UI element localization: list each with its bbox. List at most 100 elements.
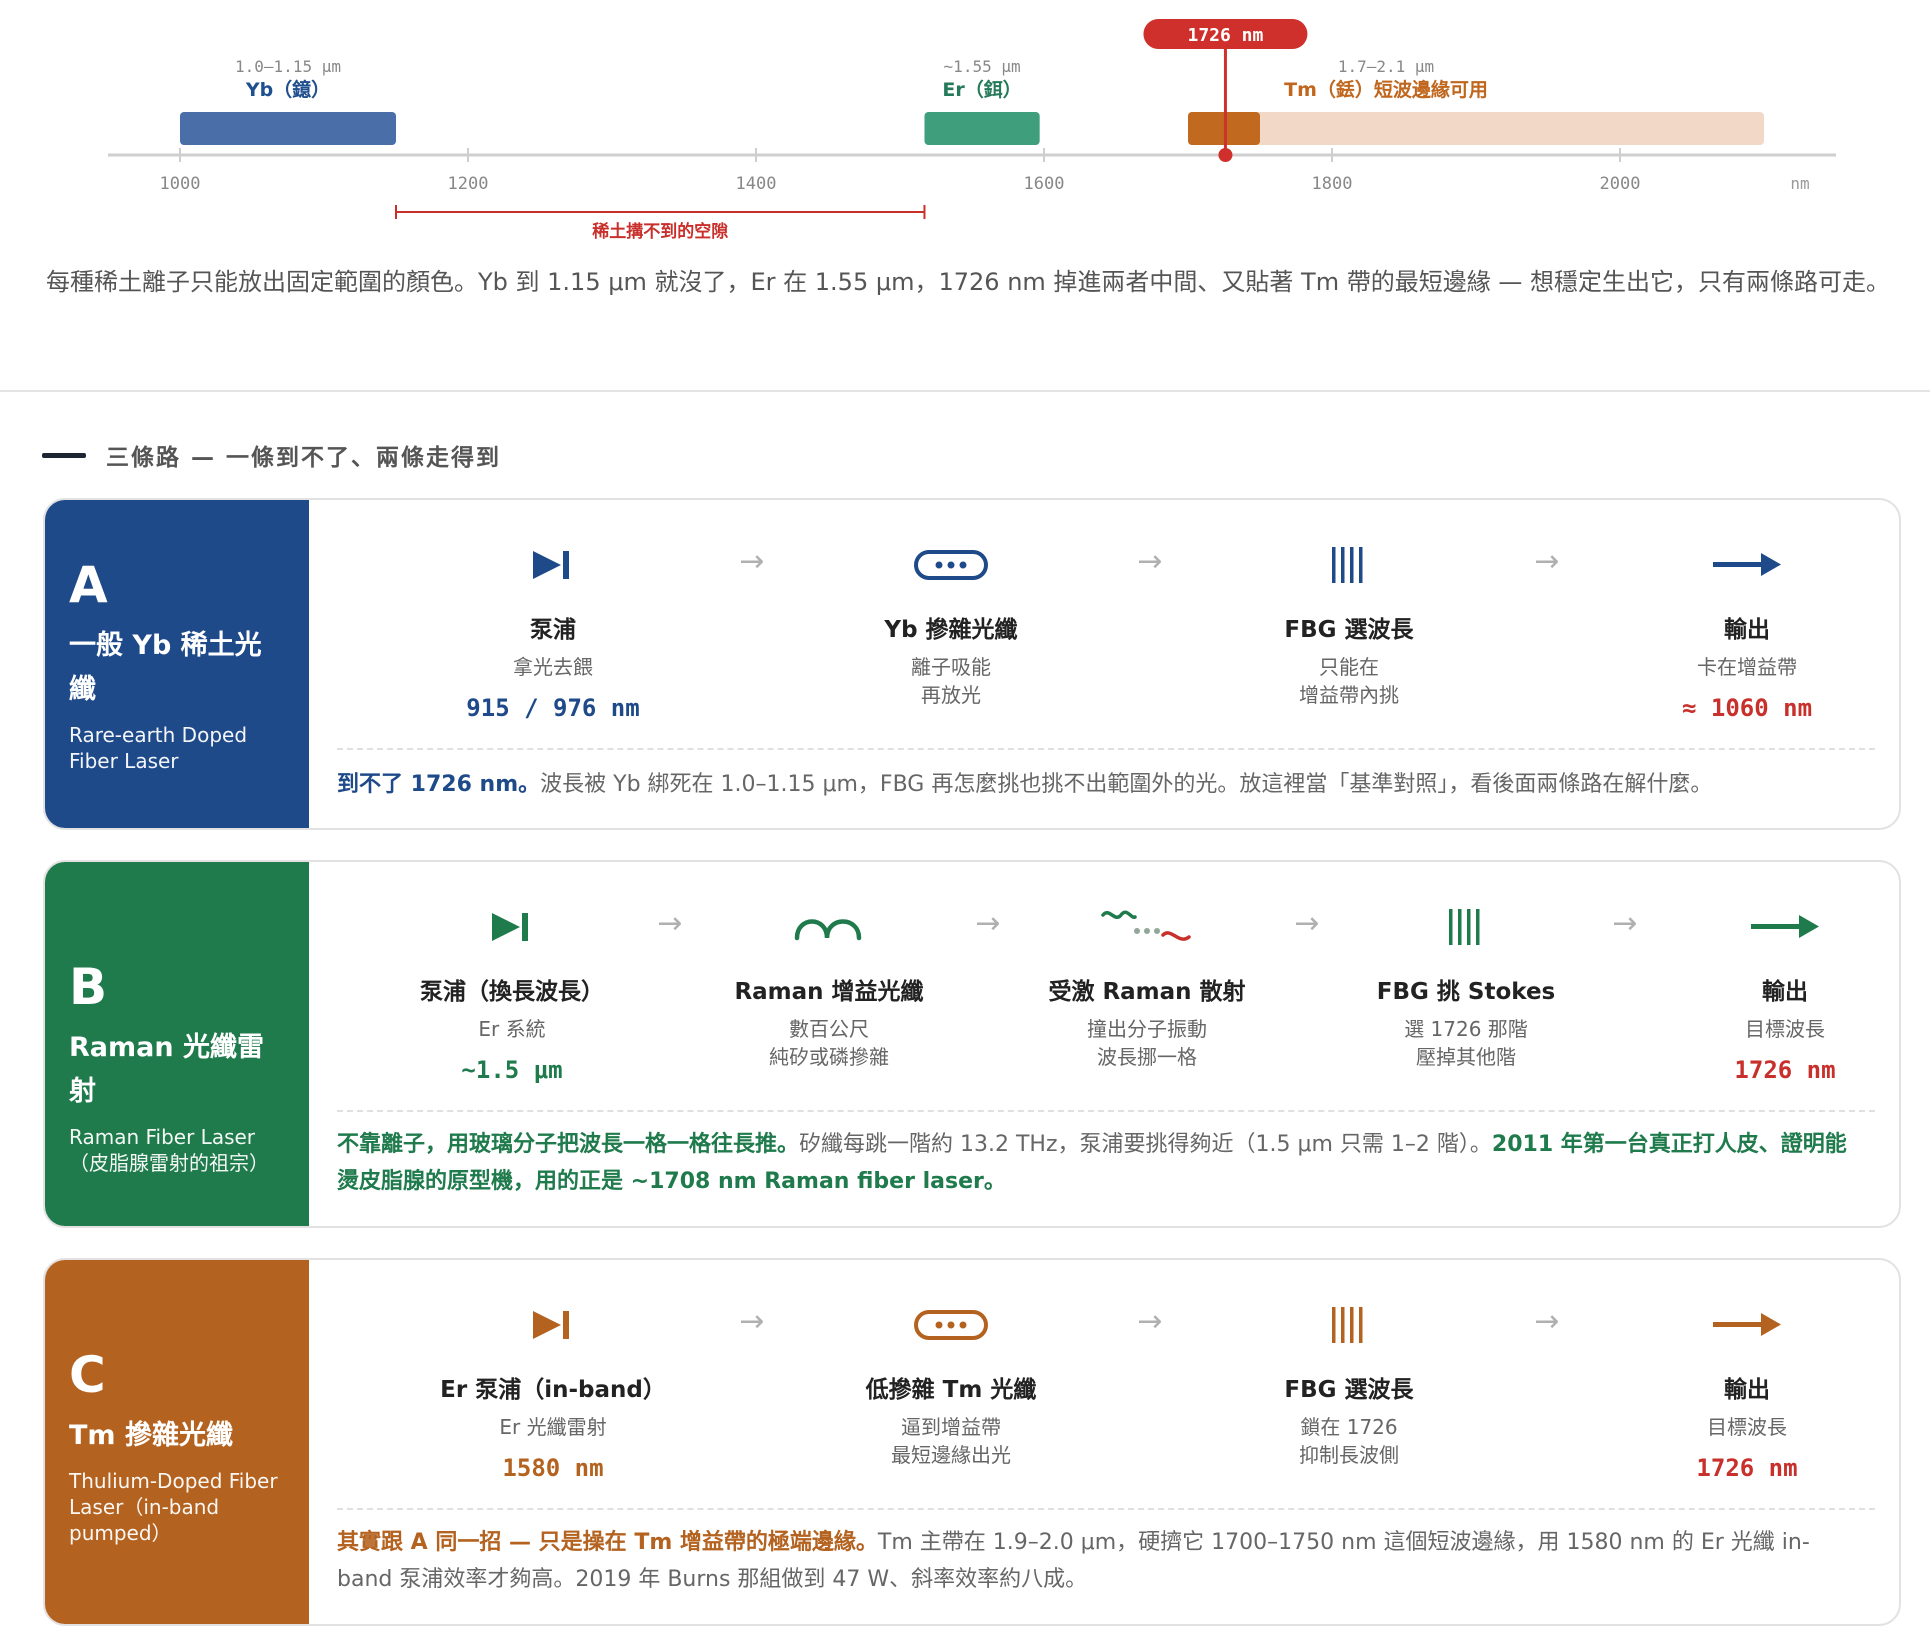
tick-label: 1800 — [1312, 174, 1353, 194]
route-a-side: A 一般 Yb 稀土光纖 Rare-earth Doped Fiber Lase… — [45, 500, 309, 828]
note-divider — [337, 1110, 1875, 1112]
route-b-nickname: （皮脂腺雷射的祖宗） — [69, 1151, 269, 1175]
route-b-step-scatter: 受激 Raman 散射 撞出分子振動 波長挪一格 — [997, 902, 1297, 1071]
tick-label: 1400 — [736, 174, 777, 194]
step-subtitle-2: 最短邊緣出光 — [891, 1443, 1011, 1467]
step-title: 受激 Raman 散射 — [1048, 979, 1246, 1005]
step-value: 915 / 976 nm — [466, 694, 640, 722]
gap-label: 稀土搆不到的空隙 — [592, 221, 728, 242]
fbg-icon — [1199, 540, 1499, 590]
band-yb-name: Yb（鐿） — [245, 78, 330, 101]
tick-label: 1200 — [448, 174, 489, 194]
step-subtitle: Er 光纖雷射 — [499, 1415, 607, 1439]
step-title: 輸出 — [1762, 979, 1808, 1005]
note-text: 波長被 Yb 綁死在 1.0–1.15 μm，FBG 再怎麼挑也挑不出範圍外的光… — [540, 772, 1713, 797]
note-text: 矽纖每跳一階約 13.2 THz，泵浦要挑得夠近（1.5 μm 只需 1–2 階… — [799, 1132, 1492, 1157]
section-title-bar — [42, 452, 86, 458]
raman-fiber-icon — [679, 902, 979, 952]
fbg-icon — [1199, 1300, 1499, 1350]
route-b-step-fbg: FBG 挑 Stokes 選 1726 那階 壓掉其他階 — [1316, 902, 1616, 1071]
pump-icon — [403, 1300, 703, 1350]
step-subtitle: 鎖在 1726 — [1300, 1415, 1398, 1439]
doped-fiber-icon — [801, 1300, 1101, 1350]
route-b-english-name: Raman Fiber Laser — [69, 1125, 256, 1149]
marker-dot — [1218, 148, 1233, 162]
step-subtitle-2: 壓掉其他階 — [1416, 1045, 1516, 1069]
route-b-letter: B — [69, 958, 108, 1016]
note-divider — [337, 1508, 1875, 1510]
pump-icon — [362, 902, 662, 952]
route-a-step-output: 輸出 卡在增益帶 ≈ 1060 nm — [1597, 540, 1897, 723]
step-subtitle: Er 系統 — [478, 1017, 546, 1041]
route-c-step-doped-fiber: 低摻雜 Tm 光纖 逼到增益帶 最短邊緣出光 — [801, 1300, 1101, 1469]
route-a-note: 到不了 1726 nm。波長被 Yb 綁死在 1.0–1.15 μm，FBG 再… — [337, 766, 1859, 803]
note-highlight: 不靠離子，用玻璃分子把波長一格一格往長推。 — [337, 1132, 800, 1157]
route-b-step-pump: 泵浦（換長波長） Er 系統 ~1.5 μm — [362, 902, 662, 1085]
doped-fiber-icon — [801, 540, 1101, 590]
route-c-english-name: Thulium-Doped Fiber Laser（in-band pumped… — [69, 1469, 278, 1545]
pump-icon — [403, 540, 703, 590]
route-b-step-raman-fiber: Raman 增益光纖 數百公尺 純矽或磷摻雜 — [679, 902, 979, 1071]
step-value: 1580 nm — [502, 1454, 604, 1482]
step-subtitle: 撞出分子振動 — [1087, 1017, 1207, 1041]
fbg-icon — [1316, 902, 1616, 952]
route-a-english-name: Rare-earth Doped Fiber Laser — [69, 723, 248, 773]
step-subtitle: 數百公尺 — [789, 1017, 869, 1041]
route-a-step-doped-fiber: Yb 摻雜光纖 離子吸能 再放光 — [801, 540, 1101, 709]
step-subtitle: 目標波長 — [1707, 1415, 1787, 1439]
route-c-letter: C — [69, 1346, 106, 1404]
step-title: Yb 摻雜光纖 — [884, 617, 1018, 643]
raman-scatter-icon — [997, 902, 1297, 952]
step-subtitle-2: 純矽或磷摻雜 — [769, 1045, 889, 1069]
step-title: 輸出 — [1724, 617, 1770, 643]
route-a-step-pump: 泵浦 拿光去餵 915 / 976 nm — [403, 540, 703, 723]
step-title: FBG 選波長 — [1284, 1377, 1414, 1403]
tick-label: 2000 — [1600, 174, 1641, 194]
band-er-name: Er（鉺） — [942, 78, 1021, 101]
output-arrow-icon — [1597, 1300, 1897, 1350]
band-yb — [180, 112, 396, 145]
route-c-name: Tm 摻雜光纖 — [69, 1420, 233, 1451]
step-subtitle-2: 抑制長波側 — [1299, 1443, 1399, 1467]
tick-label: 1600 — [1024, 174, 1065, 194]
tick-label: 1000 — [160, 174, 201, 194]
note-highlight: 到不了 1726 nm。 — [337, 772, 541, 797]
route-c-step-output: 輸出 目標波長 1726 nm — [1597, 1300, 1897, 1483]
step-subtitle-2: 再放光 — [921, 683, 981, 707]
step-value: 1726 nm — [1696, 1454, 1798, 1482]
step-subtitle-2: 增益帶內挑 — [1299, 683, 1399, 707]
wavelength-spectrum: 1000 1200 1400 1600 1800 2000 nm 1.0–1.15 μm Yb… — [108, 19, 1836, 242]
step-title: 泵浦 — [530, 617, 576, 643]
output-arrow-icon — [1635, 902, 1899, 952]
route-b-step-output: 輸出 目標波長 1726 nm — [1635, 902, 1899, 1085]
band-er — [924, 112, 1040, 145]
band-tm-name: Tm（銩）短波邊緣可用 — [1284, 78, 1488, 101]
band-er-range: ~1.55 μm — [944, 57, 1021, 76]
route-c-step-pump: Er 泵浦（in-band） Er 光纖雷射 1580 nm — [403, 1300, 703, 1483]
flow-arrow: → — [1534, 544, 1560, 579]
output-arrow-icon — [1597, 540, 1897, 590]
flow-arrow: → — [1137, 544, 1163, 579]
step-title: 泵浦（換長波長） — [420, 979, 604, 1005]
flow-arrow: → — [1534, 1304, 1560, 1339]
marker-label: 1726 nm — [1188, 25, 1264, 46]
step-title: Er 泵浦（in-band） — [440, 1377, 666, 1403]
axis-unit-label: nm — [1790, 174, 1809, 193]
route-c-note: 其實跟 A 同一招 — 只是操在 Tm 增益帶的極端邊緣。Tm 主帶在 1.9–… — [337, 1524, 1859, 1598]
route-card-a: A 一般 Yb 稀土光纖 Rare-earth Doped Fiber Lase… — [43, 498, 1901, 830]
route-a-step-fbg: FBG 選波長 只能在 增益帶內挑 — [1199, 540, 1499, 709]
flow-arrow: → — [739, 1304, 765, 1339]
route-b-name: Raman 光纖雷射 — [69, 1032, 264, 1107]
step-subtitle: 目標波長 — [1745, 1017, 1825, 1041]
route-c-side: C Tm 摻雜光纖 Thulium-Doped Fiber Laser（in-b… — [45, 1260, 309, 1624]
route-a-letter: A — [69, 556, 108, 614]
route-card-c: C Tm 摻雜光纖 Thulium-Doped Fiber Laser（in-b… — [43, 1258, 1901, 1626]
flow-arrow: → — [739, 544, 765, 579]
step-title: Raman 增益光纖 — [734, 979, 924, 1005]
band-tm — [1188, 112, 1764, 145]
step-subtitle: 選 1726 那階 — [1404, 1017, 1528, 1041]
step-subtitle: 拿光去餵 — [513, 655, 593, 679]
note-highlight: 其實跟 A 同一招 — 只是操在 Tm 增益帶的極端邊緣。 — [337, 1530, 878, 1555]
section-divider — [0, 390, 1930, 392]
band-yb-range: 1.0–1.15 μm — [235, 57, 341, 76]
